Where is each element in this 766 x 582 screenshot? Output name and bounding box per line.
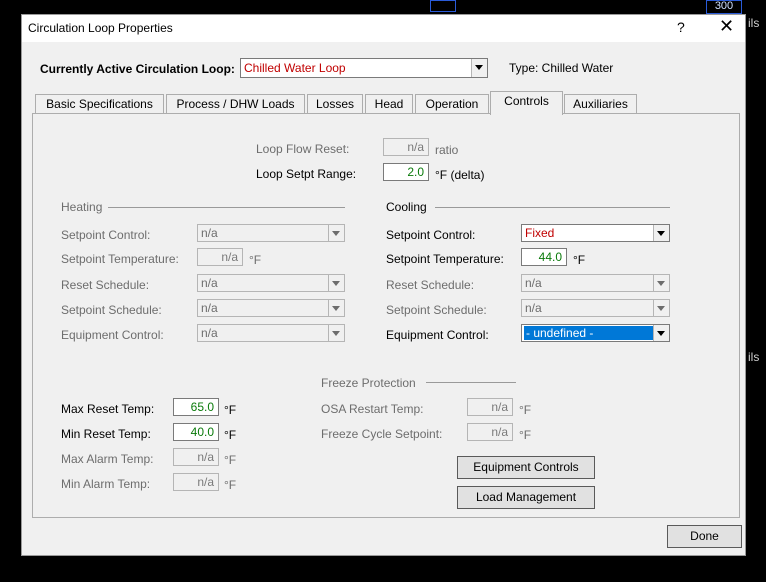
heating-equipment-control-select[interactable]: n/a — [197, 324, 345, 342]
loop-setpt-range-field[interactable]: 2.0 — [383, 163, 429, 181]
cooling-reset-schedule-label: Reset Schedule: — [386, 278, 475, 292]
tab-process-dhw-loads[interactable]: Process / DHW Loads — [166, 94, 305, 113]
tab-label: Auxiliaries — [573, 97, 628, 111]
chevron-down-icon[interactable] — [653, 325, 669, 341]
cooling-setpoint-schedule-select[interactable]: n/a — [521, 299, 670, 317]
load-management-button[interactable]: Load Management — [457, 486, 595, 509]
cooling-setpoint-control-value: Fixed — [525, 226, 555, 240]
heating-reset-schedule-label: Reset Schedule: — [61, 278, 150, 292]
heating-setpoint-temp-label: Setpoint Temperature: — [61, 252, 179, 266]
heating-setpoint-control-value: n/a — [201, 226, 218, 240]
done-button[interactable]: Done — [667, 525, 742, 548]
osa-restart-temp-label: OSA Restart Temp: — [321, 402, 424, 416]
chevron-down-icon[interactable] — [471, 59, 487, 77]
heating-setpoint-schedule-value: n/a — [201, 301, 218, 315]
tab-label: Controls — [504, 94, 549, 108]
background-text: ils — [748, 16, 760, 30]
tab-controls[interactable]: Controls — [490, 91, 563, 115]
heating-setpoint-control-label: Setpoint Control: — [61, 228, 151, 242]
tab-label: Head — [374, 97, 404, 111]
cooling-header: Cooling — [386, 200, 427, 214]
background-drawing-element — [430, 0, 456, 12]
max-reset-temp-unit: °F — [224, 403, 237, 417]
heating-equipment-control-label: Equipment Control: — [61, 328, 164, 342]
tab-head[interactable]: Head — [365, 94, 413, 113]
max-reset-temp-label: Max Reset Temp: — [61, 402, 155, 416]
title-bar: Circulation Loop Properties ? ✕ — [22, 15, 745, 42]
circulation-loop-dialog: Circulation Loop Properties ? ✕ Currentl… — [21, 14, 746, 556]
freeze-cycle-setpoint-field[interactable]: n/a — [467, 423, 513, 441]
cooling-setpoint-schedule-label: Setpoint Schedule: — [386, 303, 487, 317]
heating-equipment-control-value: n/a — [201, 326, 218, 340]
loop-type-text: Type: Chilled Water — [509, 61, 614, 75]
cooling-reset-schedule-select[interactable]: n/a — [521, 274, 670, 292]
close-button[interactable]: ✕ — [719, 16, 734, 37]
freeze-cycle-setpoint-unit: °F — [519, 428, 532, 442]
equipment-controls-button[interactable]: Equipment Controls — [457, 456, 595, 479]
tab-losses[interactable]: Losses — [307, 94, 363, 113]
cooling-divider — [435, 207, 670, 208]
loop-setpt-range-unit: °F (delta) — [435, 168, 485, 182]
chevron-down-icon[interactable] — [328, 225, 344, 241]
osa-restart-temp-unit: °F — [519, 403, 532, 417]
heating-setpoint-temp-field[interactable]: n/a — [197, 248, 243, 266]
dialog-title: Circulation Loop Properties — [28, 21, 173, 35]
min-reset-temp-label: Min Reset Temp: — [61, 427, 151, 441]
chevron-down-icon[interactable] — [653, 225, 669, 241]
cooling-setpoint-temp-field[interactable]: 44.0 — [521, 248, 567, 266]
tab-basic-specifications[interactable]: Basic Specifications — [35, 94, 164, 113]
cooling-equipment-control-label: Equipment Control: — [386, 328, 489, 342]
tab-label: Basic Specifications — [46, 97, 153, 111]
chevron-down-icon[interactable] — [653, 300, 669, 316]
heating-setpoint-schedule-select[interactable]: n/a — [197, 299, 345, 317]
loop-flow-reset-field[interactable]: n/a — [383, 138, 429, 156]
max-alarm-temp-field[interactable]: n/a — [173, 448, 219, 466]
tab-label: Operation — [425, 97, 479, 111]
max-alarm-temp-label: Max Alarm Temp: — [61, 452, 154, 466]
tab-auxiliaries[interactable]: Auxiliaries — [564, 94, 637, 113]
active-loop-label: Currently Active Circulation Loop: — [40, 62, 235, 76]
chevron-down-icon[interactable] — [328, 325, 344, 341]
heating-setpoint-temp-unit: °F — [249, 253, 262, 267]
help-button[interactable]: ? — [677, 19, 685, 35]
tab-label: Losses — [315, 97, 355, 111]
min-alarm-temp-field[interactable]: n/a — [173, 473, 219, 491]
cooling-setpoint-control-label: Setpoint Control: — [386, 228, 476, 242]
max-alarm-temp-unit: °F — [224, 453, 237, 467]
heating-setpoint-control-select[interactable]: n/a — [197, 224, 345, 242]
active-loop-value: Chilled Water Loop — [244, 61, 346, 75]
cooling-equipment-control-value: - undefined - — [523, 325, 654, 341]
tab-label: Process / DHW Loads — [176, 97, 295, 111]
chevron-down-icon[interactable] — [328, 275, 344, 291]
freeze-divider — [426, 382, 516, 383]
min-reset-temp-field[interactable]: 40.0 — [173, 423, 219, 441]
heating-header: Heating — [61, 200, 103, 214]
cooling-reset-schedule-value: n/a — [525, 276, 542, 290]
cooling-equipment-control-select[interactable]: - undefined - — [521, 324, 670, 342]
osa-restart-temp-field[interactable]: n/a — [467, 398, 513, 416]
heating-setpoint-schedule-label: Setpoint Schedule: — [61, 303, 162, 317]
loop-setpt-range-label: Loop Setpt Range: — [256, 167, 357, 181]
min-alarm-temp-label: Min Alarm Temp: — [61, 477, 151, 491]
tab-operation[interactable]: Operation — [415, 94, 489, 113]
max-reset-temp-field[interactable]: 65.0 — [173, 398, 219, 416]
cooling-setpoint-control-select[interactable]: Fixed — [521, 224, 670, 242]
loop-flow-reset-unit: ratio — [435, 143, 459, 157]
active-loop-select[interactable]: Chilled Water Loop — [240, 58, 488, 78]
background-text: ils — [748, 350, 760, 364]
freeze-protection-header: Freeze Protection — [321, 376, 416, 390]
cooling-setpoint-schedule-value: n/a — [525, 301, 542, 315]
freeze-cycle-setpoint-label: Freeze Cycle Setpoint: — [321, 427, 443, 441]
loop-flow-reset-label: Loop Flow Reset: — [256, 142, 350, 156]
background-number-box: 300 — [706, 0, 742, 14]
heating-divider — [108, 207, 345, 208]
chevron-down-icon[interactable] — [653, 275, 669, 291]
cooling-setpoint-temp-label: Setpoint Temperature: — [386, 252, 504, 266]
heating-reset-schedule-value: n/a — [201, 276, 218, 290]
chevron-down-icon[interactable] — [328, 300, 344, 316]
min-alarm-temp-unit: °F — [224, 478, 237, 492]
min-reset-temp-unit: °F — [224, 428, 237, 442]
cooling-setpoint-temp-unit: °F — [573, 253, 586, 267]
heating-reset-schedule-select[interactable]: n/a — [197, 274, 345, 292]
